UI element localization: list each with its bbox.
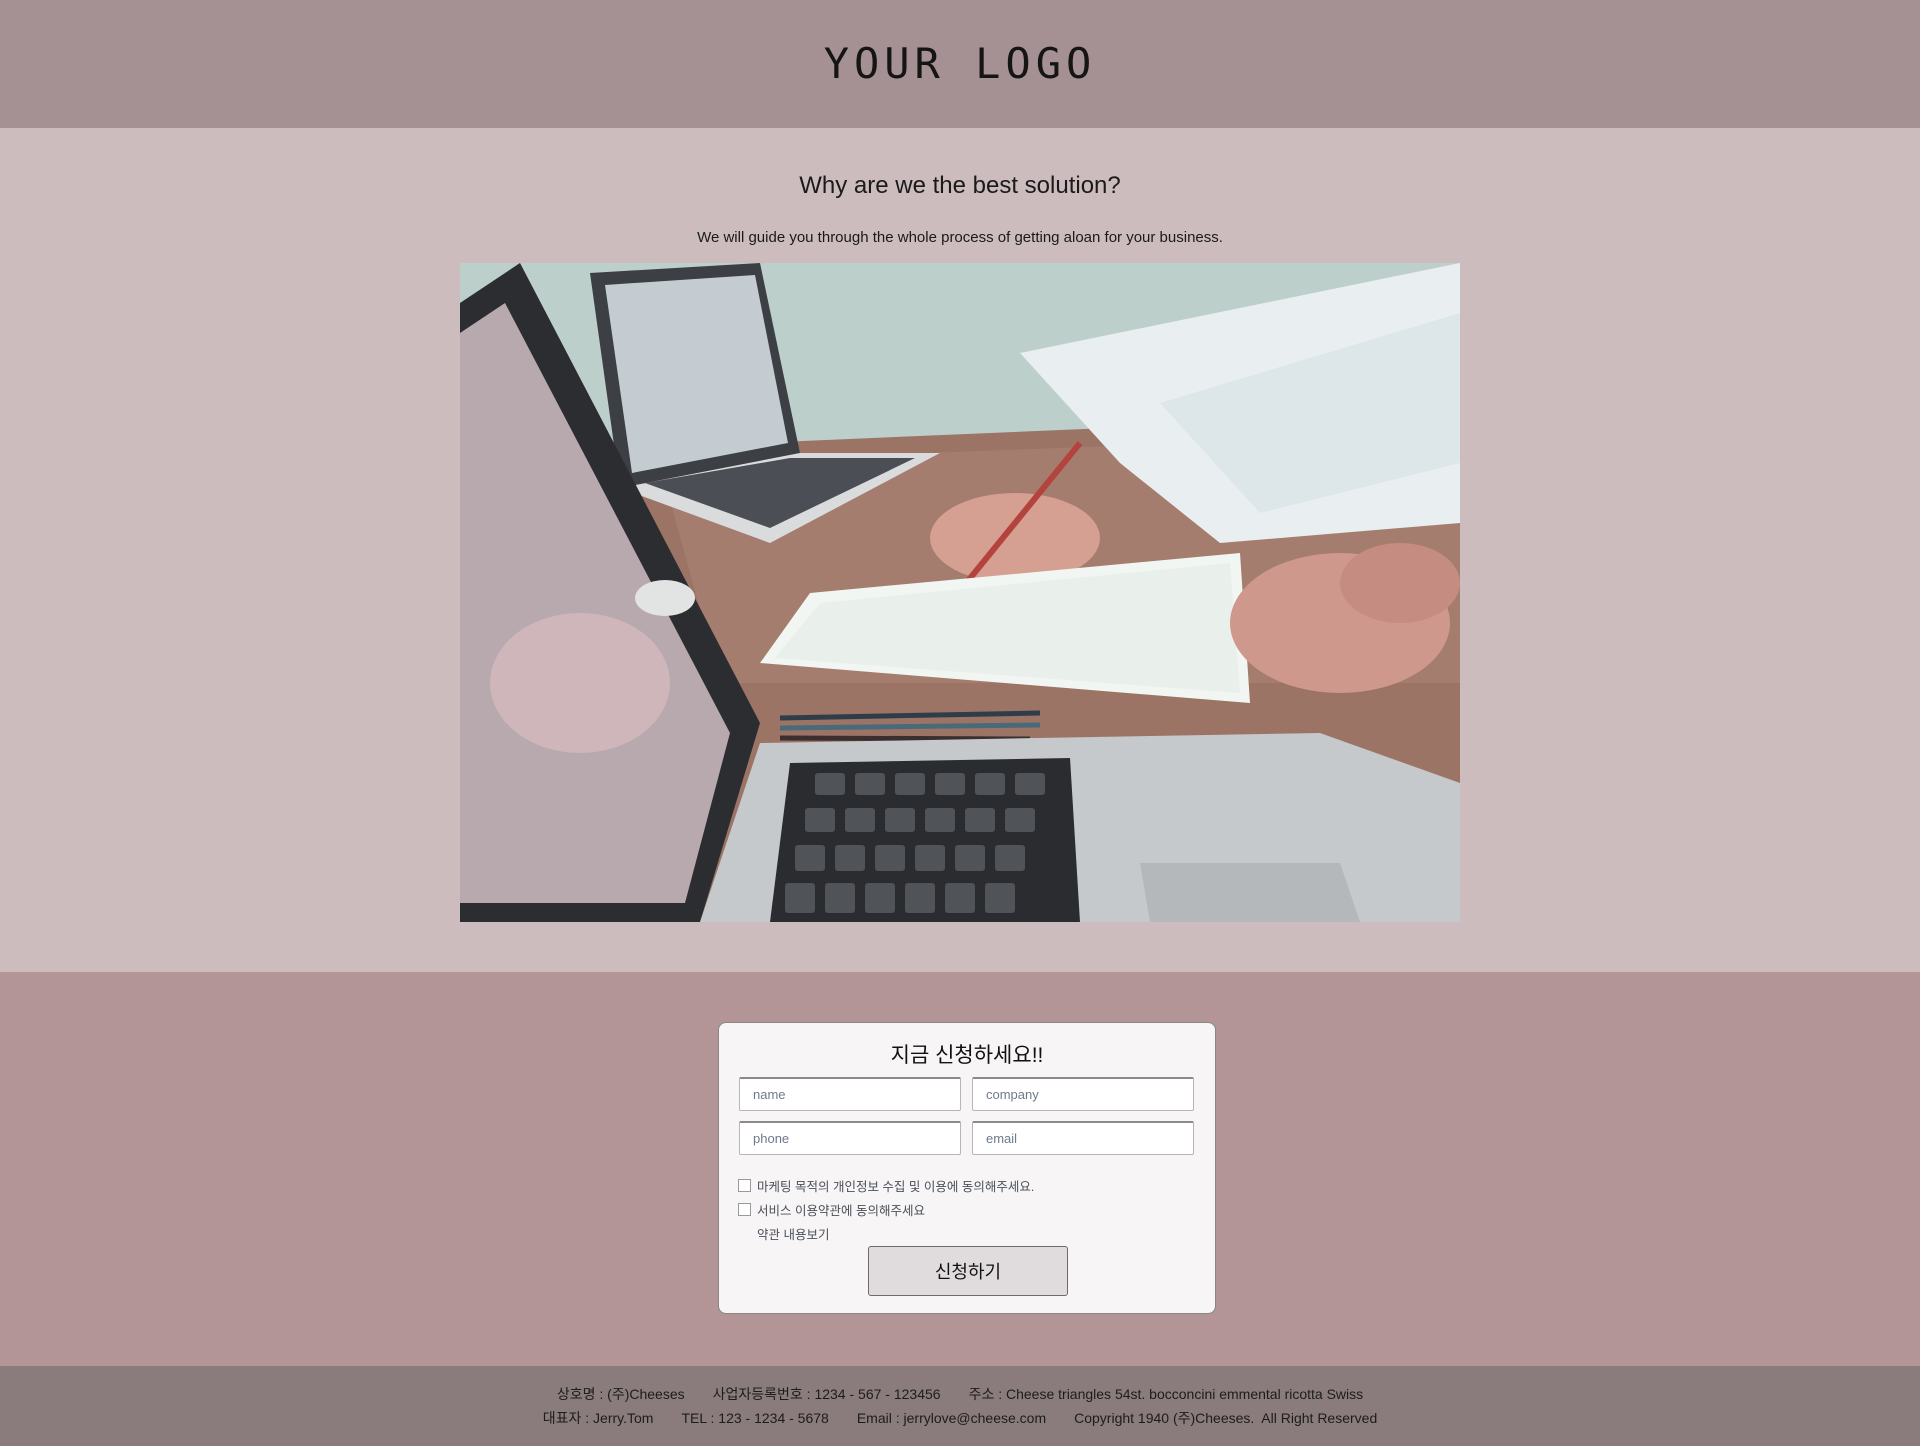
footer-ceo: 대표자 : Jerry.Tom <box>542 1410 654 1426</box>
form-title: 지금 신청하세요!! <box>890 1044 1044 1067</box>
footer-company-name: 상호명 : (주)Cheeses <box>556 1386 685 1402</box>
terms-consent-checkbox[interactable] <box>738 1203 751 1216</box>
application-section: 지금 신청하세요!! 마케팅 목적의 개인정보 수집 및 이용에 동의해주세요.… <box>0 972 1920 1366</box>
marketing-consent-label: 마케팅 목적의 개인정보 수집 및 이용에 동의해주세요. <box>757 1180 1035 1194</box>
submit-button[interactable]: 신청하기 <box>868 1246 1068 1296</box>
hero-subtitle: We will guide you through the whole proc… <box>697 229 1223 246</box>
terms-consent-row[interactable]: 서비스 이용약관에 동의해주세요 <box>738 1200 925 1219</box>
site-footer: 상호명 : (주)Cheeses 사업자등록번호 : 1234 - 567 - 1… <box>0 1366 1920 1446</box>
hero-section: Why are we the best solution? We will gu… <box>0 128 1920 972</box>
marketing-consent-row[interactable]: 마케팅 목적의 개인정보 수집 및 이용에 동의해주세요. <box>738 1176 1034 1195</box>
company-input[interactable] <box>972 1077 1194 1111</box>
name-input[interactable] <box>739 1077 961 1111</box>
phone-input[interactable] <box>739 1121 961 1155</box>
footer-tel: TEL : 123 - 1234 - 5678 <box>681 1410 829 1426</box>
footer-line-1: 상호명 : (주)Cheeses 사업자등록번호 : 1234 - 567 - 1… <box>0 1384 1920 1404</box>
site-header: YOUR LOGO <box>0 0 1920 128</box>
view-terms-link[interactable]: 약관 내용보기 <box>757 1224 829 1243</box>
marketing-consent-checkbox[interactable] <box>738 1179 751 1192</box>
footer-copyright: Copyright 1940 (주)Cheeses. All Right Res… <box>1074 1410 1378 1426</box>
email-input[interactable] <box>972 1121 1194 1155</box>
logo[interactable]: YOUR LOGO <box>824 39 1097 88</box>
application-form: 지금 신청하세요!! 마케팅 목적의 개인정보 수집 및 이용에 동의해주세요.… <box>718 1022 1216 1314</box>
footer-line-2: 대표자 : Jerry.Tom TEL : 123 - 1234 - 5678 Em… <box>0 1408 1920 1428</box>
footer-registration: 사업자등록번호 : 1234 - 567 - 123456 <box>712 1386 941 1402</box>
terms-consent-label: 서비스 이용약관에 동의해주세요 <box>757 1204 925 1218</box>
business-meeting-image <box>460 263 1460 922</box>
hero-photo <box>460 263 1460 922</box>
footer-address: 주소 : Cheese triangles 54st. bocconcini e… <box>968 1386 1364 1402</box>
footer-email: Email : jerrylove@cheese.com <box>856 1410 1047 1426</box>
hero-title: Why are we the best solution? <box>799 172 1121 199</box>
